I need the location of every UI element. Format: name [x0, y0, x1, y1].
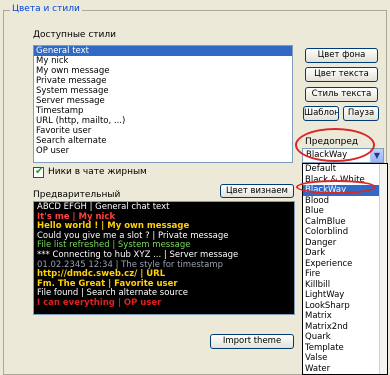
preset-option[interactable]: Quark	[303, 332, 387, 343]
preview-label: Предварительный	[33, 190, 121, 200]
preset-option[interactable]: Dark	[303, 248, 387, 259]
style-list-item[interactable]: General text	[34, 46, 292, 56]
preset-option[interactable]: LookSharp	[303, 301, 387, 312]
style-list-item[interactable]: System message	[34, 86, 292, 96]
preset-select[interactable]: BlackWay ▼	[302, 148, 384, 163]
dropdown-scrollbar[interactable]	[379, 164, 387, 374]
preset-option[interactable]: BlackWay	[303, 185, 387, 196]
preset-option[interactable]: Killbill	[303, 280, 387, 291]
group-title: Цвета и стили	[10, 4, 82, 15]
style-list-item[interactable]: Favorite user	[34, 126, 292, 136]
style-list-item[interactable]: URL (http, mailto, ...)	[34, 116, 292, 126]
preset-dropdown[interactable]: Default Black & White BlackWay Blood Blue Cal…	[302, 163, 388, 375]
preset-option[interactable]: Danger	[303, 238, 387, 249]
preset-options: Default Black & White BlackWay Blood Blue Cal…	[303, 164, 387, 374]
text-style-button[interactable]: Стиль текста	[305, 87, 378, 102]
styles-listbox[interactable]: General text My nick My own message Private…	[33, 45, 293, 163]
style-list-item[interactable]: Private message	[34, 76, 292, 86]
preset-label: Предопред	[305, 137, 359, 147]
chevron-down-icon[interactable]: ▼	[370, 149, 383, 162]
styles-list: General text My nick My own message Private…	[34, 46, 292, 156]
styles-label: Доступные стили	[33, 30, 116, 40]
style-list-item[interactable]: My own message	[34, 66, 292, 76]
bold-nicks-checkbox[interactable]: ✔	[33, 166, 44, 178]
preset-option[interactable]: LightWay	[303, 290, 387, 301]
style-list-item[interactable]: Search alternate	[34, 136, 292, 146]
preset-option[interactable]: Water	[303, 364, 387, 375]
import-theme-button[interactable]: Import theme	[210, 334, 294, 349]
bold-nicks-label: Ники в чате жирным	[48, 167, 147, 177]
preset-option[interactable]: Matrix2nd	[303, 322, 387, 333]
bg-color-button[interactable]: Цвет фона	[305, 48, 378, 63]
preset-option[interactable]: Template	[303, 343, 387, 354]
preset-option[interactable]: Valse	[303, 353, 387, 364]
preset-option[interactable]: Blood	[303, 196, 387, 207]
preset-option[interactable]: Blue	[303, 206, 387, 217]
preset-option[interactable]: Black & White	[303, 175, 387, 186]
preset-option[interactable]: CalmBlue	[303, 217, 387, 228]
theme-color-button[interactable]: Цвет визнаем	[220, 184, 294, 198]
pause-button[interactable]: Пауза	[343, 106, 379, 121]
style-list-item[interactable]: Server message	[34, 96, 292, 106]
preview-box: ABCD EFGH | General chat text It's me | M…	[33, 201, 295, 315]
preview-lines: ABCD EFGH | General chat text It's me | M…	[37, 202, 291, 309]
preset-option[interactable]: Experience	[303, 259, 387, 270]
checkmark-icon: ✔	[35, 166, 44, 177]
text-color-button[interactable]: Цвет текста	[305, 67, 378, 82]
default-button[interactable]: Шаблон	[303, 106, 339, 121]
style-list-item[interactable]: Timestamp	[34, 106, 292, 116]
preset-value: BlackWay	[306, 150, 348, 160]
preset-option[interactable]: Colorblind	[303, 227, 387, 238]
preset-option[interactable]: Matrix	[303, 311, 387, 322]
style-list-item[interactable]: OP user	[34, 146, 292, 156]
preset-option[interactable]: Fire	[303, 269, 387, 280]
preset-option[interactable]: Default	[303, 164, 387, 175]
preview-line: I can everything | OP user	[37, 297, 162, 308]
style-list-item[interactable]: My nick	[34, 56, 292, 66]
